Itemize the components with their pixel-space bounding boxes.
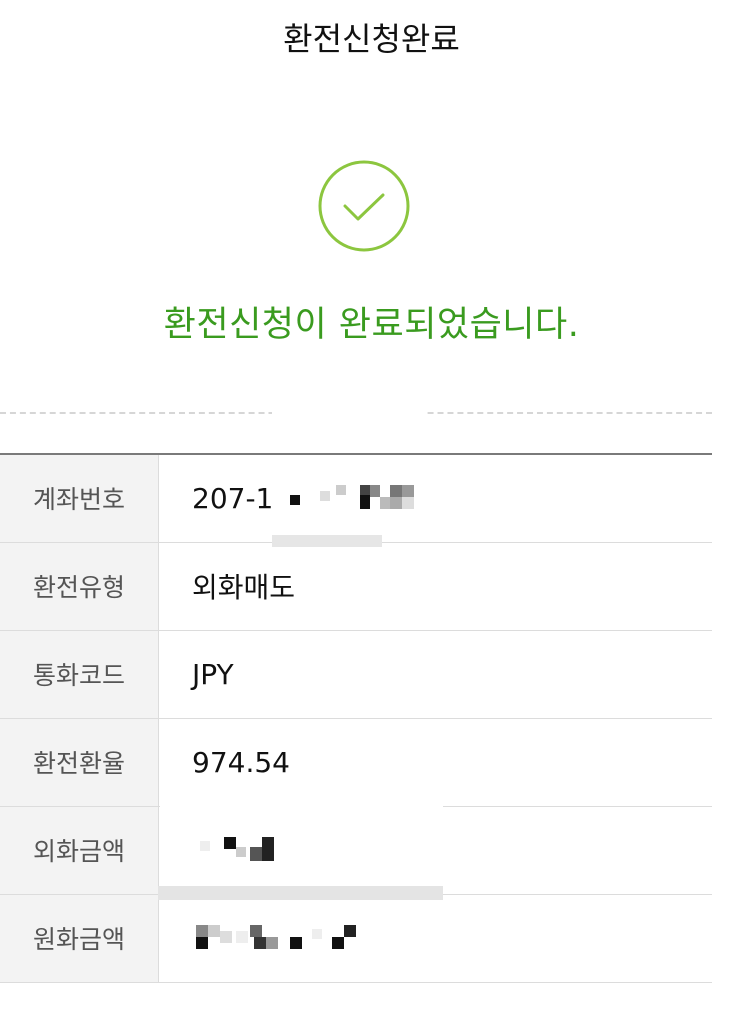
table-row: 통화코드 JPY: [0, 630, 712, 719]
redaction-overlay: [160, 790, 443, 810]
exchange-details-table: 계좌번호 207-1 환전유형 외화매도 통화코드 JPY 환전환율 974.5…: [0, 453, 712, 983]
foreign-amount-value: [158, 806, 712, 895]
exchange-rate-label: 환전환율: [0, 718, 159, 807]
masked-foreign-amount: [192, 836, 312, 867]
currency-code-label: 통화코드: [0, 630, 159, 719]
foreign-amount-label: 외화금액: [0, 806, 159, 895]
currency-code-value: JPY: [158, 630, 712, 719]
table-row: 계좌번호 207-1: [0, 454, 712, 543]
masked-krw-amount: [192, 924, 372, 955]
account-number-value: 207-1: [158, 454, 712, 543]
table-row: 원화금액: [0, 894, 712, 983]
krw-amount-label: 원화금액: [0, 894, 159, 983]
table-row: 외화금액: [0, 806, 712, 895]
success-message: 환전신청이 완료되었습니다.: [163, 305, 580, 345]
table-row: 환전유형 외화매도: [0, 542, 712, 631]
check-circle-icon: [318, 160, 410, 252]
exchange-type-value: 외화매도: [158, 542, 712, 631]
masked-account-digits: [282, 484, 432, 515]
krw-amount-value: [158, 894, 712, 983]
account-number-label: 계좌번호: [0, 454, 159, 543]
redaction-overlay: [272, 404, 427, 450]
page-title: 환전신청완료: [283, 20, 460, 58]
redaction-band: [272, 535, 382, 547]
redaction-band: [158, 886, 443, 900]
exchange-type-label: 환전유형: [0, 542, 159, 631]
account-number-text: 207-1: [192, 481, 274, 515]
